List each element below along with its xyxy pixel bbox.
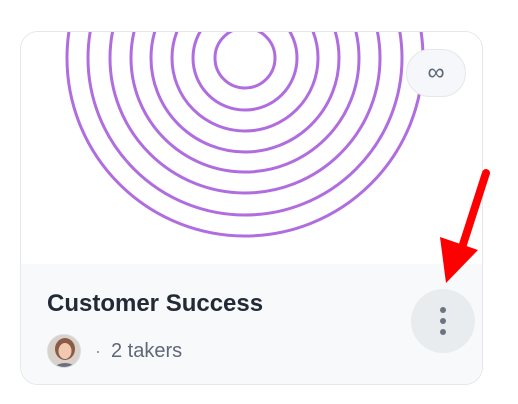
infinity-badge: ∞ <box>406 49 466 97</box>
card-footer: Customer Success · 2 takers <box>21 264 482 384</box>
card-meta: · 2 takers <box>47 334 182 368</box>
more-vertical-icon <box>440 307 446 313</box>
infinity-icon: ∞ <box>427 59 445 86</box>
annotation-arrow <box>440 169 490 283</box>
meta-separator: · <box>95 340 101 361</box>
more-options-button[interactable] <box>411 289 475 353</box>
card-cover: ∞ <box>21 32 482 264</box>
avatar <box>47 334 81 368</box>
takers-count: 2 takers <box>111 339 183 362</box>
course-card[interactable]: ∞ Customer Success · 2 takers <box>20 31 483 385</box>
card-title[interactable]: Customer Success <box>47 290 263 318</box>
